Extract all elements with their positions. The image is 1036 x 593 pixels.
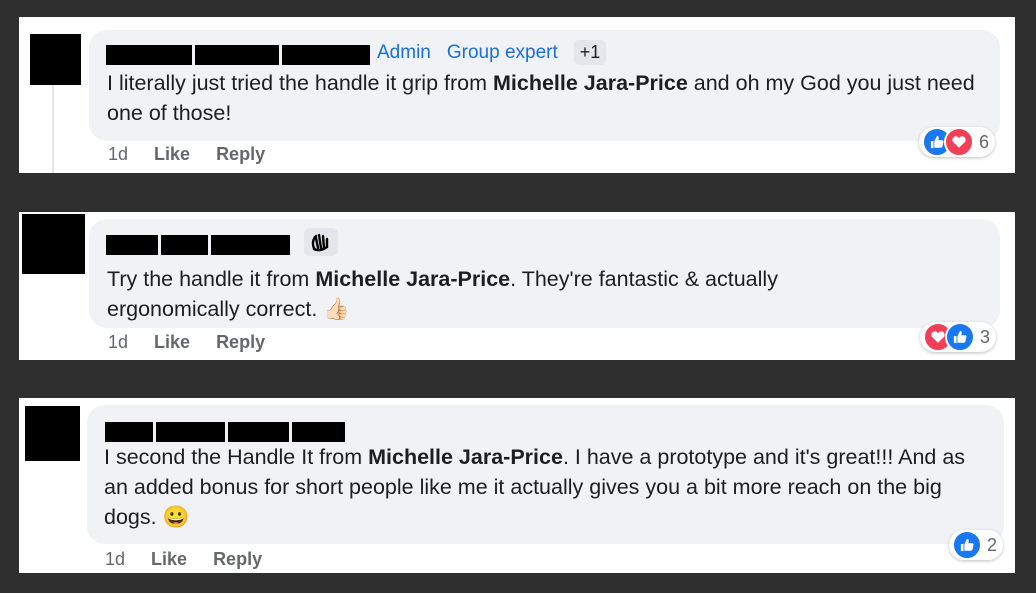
reaction-count: 2 bbox=[987, 534, 998, 555]
timestamp[interactable]: 1d bbox=[108, 332, 128, 353]
admin-badge[interactable]: Admin bbox=[377, 42, 431, 64]
comment-actions: 1d Like Reply bbox=[105, 549, 288, 570]
mention-link[interactable]: Michelle Jara-Price bbox=[368, 445, 563, 469]
avatar[interactable] bbox=[22, 214, 85, 274]
reply-button[interactable]: Reply bbox=[216, 144, 265, 165]
comment-card: I second the Handle It from Michelle Jar… bbox=[19, 398, 1015, 573]
thumbs-up-emoji: 👍🏻 bbox=[323, 297, 351, 321]
reactions-summary[interactable]: 6 bbox=[919, 127, 996, 157]
comment-text: I second the Handle It from Michelle Jar… bbox=[104, 445, 966, 529]
timestamp[interactable]: 1d bbox=[105, 549, 125, 570]
more-badges[interactable]: +1 bbox=[573, 40, 607, 65]
like-icon bbox=[945, 322, 975, 352]
avatar[interactable] bbox=[25, 406, 80, 461]
comment-bubble: Try the handle it from Michelle Jara-Pri… bbox=[89, 219, 1000, 352]
mention-link[interactable]: Michelle Jara-Price bbox=[315, 267, 510, 291]
like-button[interactable]: Like bbox=[151, 549, 187, 570]
reply-button[interactable]: Reply bbox=[213, 549, 262, 570]
comment-actions: 1d Like Reply bbox=[108, 332, 291, 353]
comment-text: Try the handle it from Michelle Jara-Pri… bbox=[107, 267, 778, 321]
reactions-summary[interactable]: 3 bbox=[920, 322, 997, 352]
love-icon bbox=[944, 127, 974, 157]
author-name-redacted[interactable] bbox=[106, 45, 370, 65]
reaction-count: 3 bbox=[980, 326, 991, 347]
timestamp[interactable]: 1d bbox=[108, 144, 128, 165]
comment-actions: 1d Like Reply bbox=[108, 144, 291, 165]
avatar[interactable] bbox=[30, 34, 81, 85]
author-name-redacted[interactable] bbox=[105, 422, 345, 442]
author-badges: Admin Group expert +1 bbox=[377, 40, 607, 65]
comment-bubble: I second the Handle It from Michelle Jar… bbox=[87, 405, 1004, 560]
reply-button[interactable]: Reply bbox=[216, 332, 265, 353]
like-button[interactable]: Like bbox=[154, 144, 190, 165]
comment-bubble: Admin Group expert +1 I literally just t… bbox=[89, 30, 1000, 157]
thread-line bbox=[52, 85, 54, 173]
comment-card: Admin Group expert +1 I literally just t… bbox=[19, 17, 1015, 173]
like-button[interactable]: Like bbox=[154, 332, 190, 353]
author-name-redacted[interactable] bbox=[106, 235, 290, 255]
group-expert-badge[interactable]: Group expert bbox=[447, 42, 558, 64]
mention-link[interactable]: Michelle Jara-Price bbox=[493, 71, 688, 95]
comment-card: Try the handle it from Michelle Jara-Pri… bbox=[19, 212, 1015, 360]
grinning-face-emoji: 😀 bbox=[162, 505, 190, 529]
reaction-count: 6 bbox=[979, 131, 990, 152]
waving-hand-icon[interactable] bbox=[304, 228, 338, 256]
like-icon bbox=[952, 530, 982, 560]
comment-text: I literally just tried the handle it gri… bbox=[107, 71, 975, 125]
reactions-summary[interactable]: 2 bbox=[949, 530, 1004, 560]
